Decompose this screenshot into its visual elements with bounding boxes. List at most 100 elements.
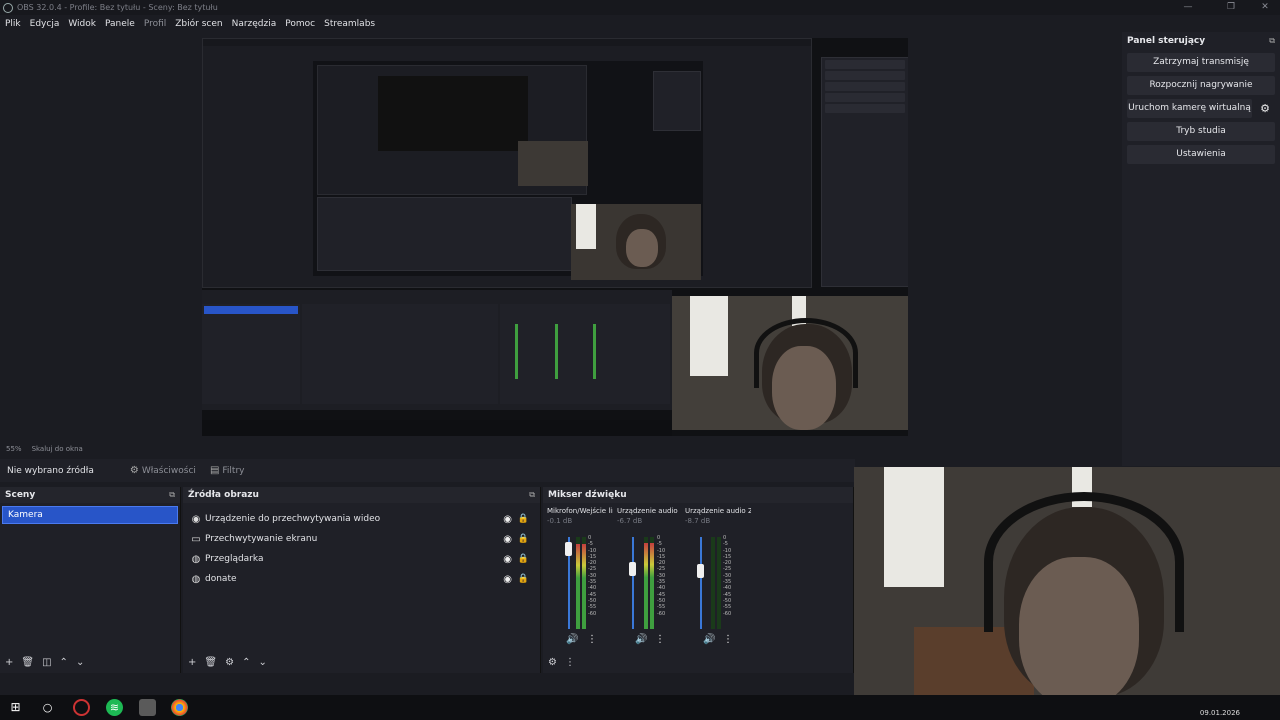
chrome-icon[interactable] xyxy=(171,699,188,716)
maximize-icon[interactable]: ❐ xyxy=(1216,0,1246,15)
source-row[interactable]: ◍ donate ◉ 🔒 xyxy=(183,569,540,589)
channel-db: -0.1 dB xyxy=(547,517,573,525)
menu-edycja[interactable]: Edycja xyxy=(30,19,60,29)
level-meter xyxy=(650,537,654,629)
volume-knob[interactable] xyxy=(629,561,636,576)
channel-db: -8.7 dB xyxy=(685,517,711,525)
speaker-icon[interactable]: 🔊 xyxy=(703,634,715,645)
source-name: Przechwytywanie ekranu xyxy=(205,534,318,544)
remove-source-icon[interactable]: 🗑 xyxy=(204,657,217,668)
nested-taskbar xyxy=(202,420,672,436)
mixer-title: Mikser dźwięku xyxy=(548,490,627,500)
source-name: Przeglądarka xyxy=(205,554,264,564)
stop-stream-button[interactable]: Zatrzymaj transmisję xyxy=(1127,53,1275,72)
zoom-level[interactable]: 55% xyxy=(6,445,22,453)
volume-knob[interactable] xyxy=(565,542,572,557)
studio-mode-button[interactable]: Tryb studia xyxy=(1127,122,1275,141)
app-icon[interactable] xyxy=(73,699,90,716)
more-menu-icon[interactable]: ⋮ xyxy=(587,634,597,645)
scenes-dock: Sceny ⧉ Kamera + 🗑 ◫ ⌃ ⌄ xyxy=(0,487,181,673)
source-name: Urządzenie do przechwytywania wideo xyxy=(205,514,381,524)
scale-mode[interactable]: Skaluj do okna xyxy=(32,445,83,453)
level-meter xyxy=(644,537,648,629)
channel-db: -6.7 dB xyxy=(617,517,643,525)
virtual-camera-settings-icon[interactable]: ⚙ xyxy=(1255,99,1275,118)
level-meter xyxy=(717,537,721,629)
filters-button[interactable]: ▤ Filtry xyxy=(210,465,245,476)
menu-streamlabs[interactable]: Streamlabs xyxy=(324,19,375,29)
undock-icon[interactable]: ⧉ xyxy=(1269,36,1275,46)
windows-start-icon[interactable]: ⊞ xyxy=(7,699,24,716)
more-menu-icon[interactable]: ⋮ xyxy=(655,634,665,645)
tray-date: 09.01.2026 xyxy=(1199,709,1240,717)
source-properties-icon[interactable]: ⚙ xyxy=(225,657,234,668)
minimize-icon[interactable]: — xyxy=(1173,0,1203,15)
start-virtual-camera-button[interactable]: Uruchom kamerę wirtualną xyxy=(1127,99,1252,118)
start-recording-button[interactable]: Rozpocznij nagrywanie xyxy=(1127,76,1275,95)
controls-dock: Panel sterujący ⧉ Zatrzymaj transmisję R… xyxy=(1122,32,1280,466)
preview-canvas[interactable] xyxy=(202,38,908,436)
volume-slider[interactable] xyxy=(632,537,634,629)
menu-pomoc[interactable]: Pomoc xyxy=(285,19,315,29)
menu-panele[interactable]: Panele xyxy=(105,19,135,29)
volume-knob[interactable] xyxy=(697,563,704,578)
menu-profil[interactable]: Profil xyxy=(144,19,166,29)
add-source-icon[interactable]: + xyxy=(188,657,196,668)
speaker-icon[interactable]: 🔊 xyxy=(566,634,578,645)
properties-label: Właściwości xyxy=(141,465,196,476)
source-row[interactable]: ▭ Przechwytywanie ekranu ◉ 🔒 xyxy=(183,529,540,549)
menu-plik[interactable]: Plik xyxy=(5,19,21,29)
visibility-eye-icon[interactable]: ◉ xyxy=(503,514,512,525)
search-icon[interactable]: ○ xyxy=(39,699,56,716)
lock-icon[interactable]: 🔒 xyxy=(518,554,529,564)
source-row[interactable]: ◉ Urządzenie do przechwytywania wideo ◉ … xyxy=(183,509,540,529)
menu-zbior-scen[interactable]: Zbiór scen xyxy=(175,19,222,29)
move-up-icon[interactable]: ⌃ xyxy=(60,657,68,668)
scenes-title: Sceny xyxy=(5,490,36,500)
webcam-overlay xyxy=(854,467,1280,707)
move-down-icon[interactable]: ⌄ xyxy=(258,657,266,668)
db-scale: 0 -5 -10 -15 -20 -25 -30 -35 -40 -45 -50 -55 -60 xyxy=(723,535,732,617)
visibility-eye-icon[interactable]: ◉ xyxy=(503,574,512,585)
lock-icon[interactable]: 🔒 xyxy=(518,534,529,544)
scenes-header: Sceny ⧉ xyxy=(0,487,180,503)
nested-preview xyxy=(313,61,703,280)
settings-button[interactable]: Ustawienia xyxy=(1127,145,1275,164)
undock-icon[interactable]: ⧉ xyxy=(169,490,175,500)
sources-header: Źródła obrazu ⧉ xyxy=(183,487,540,503)
advanced-audio-icon[interactable]: ⚙ xyxy=(548,657,557,668)
mixer-dock: Mikser dźwięku Mikrofon/Wejście lin -0.1… xyxy=(543,487,854,673)
obs-logo-icon xyxy=(3,2,13,13)
gear-icon: ⚙ xyxy=(129,465,139,476)
source-row[interactable]: ◍ Przeglądarka ◉ 🔒 xyxy=(183,549,540,569)
mixer-channel: Mikrofon/Wejście lin -0.1 dB 0 -5 -10 -15 -2… xyxy=(547,507,617,657)
scene-item-kamera[interactable]: Kamera xyxy=(2,506,178,524)
move-up-icon[interactable]: ⌃ xyxy=(242,657,250,668)
lock-icon[interactable]: 🔒 xyxy=(518,514,529,524)
menu-widok[interactable]: Widok xyxy=(68,19,96,29)
remove-scene-icon[interactable]: 🗑 xyxy=(21,657,34,668)
undock-icon[interactable]: ⧉ xyxy=(529,490,535,500)
visibility-eye-icon[interactable]: ◉ xyxy=(503,554,512,565)
nested-preview-2 xyxy=(378,76,528,151)
more-menu-icon[interactable]: ⋮ xyxy=(565,657,575,668)
close-icon[interactable]: ✕ xyxy=(1250,0,1280,15)
properties-button[interactable]: ⚙ Właściwości xyxy=(130,465,196,476)
visibility-eye-icon[interactable]: ◉ xyxy=(503,534,512,545)
mixer-header: Mikser dźwięku xyxy=(543,487,853,503)
level-meter xyxy=(582,537,586,629)
move-down-icon[interactable]: ⌄ xyxy=(76,657,84,668)
add-scene-icon[interactable]: + xyxy=(5,657,13,668)
no-source-label: Nie wybrano źródła xyxy=(7,465,94,476)
controls-title: Panel sterujący xyxy=(1127,35,1206,46)
more-menu-icon[interactable]: ⋮ xyxy=(723,634,733,645)
lock-icon[interactable]: 🔒 xyxy=(518,574,529,584)
spotify-icon[interactable]: ≋ xyxy=(106,699,123,716)
menu-narzedzia[interactable]: Narzędzia xyxy=(232,19,277,29)
nested-sources xyxy=(302,304,498,404)
volume-slider[interactable] xyxy=(700,537,702,629)
level-meter xyxy=(711,537,715,629)
app-icon[interactable] xyxy=(139,699,156,716)
speaker-icon[interactable]: 🔊 xyxy=(635,634,647,645)
filters-icon[interactable]: ◫ xyxy=(42,657,51,668)
